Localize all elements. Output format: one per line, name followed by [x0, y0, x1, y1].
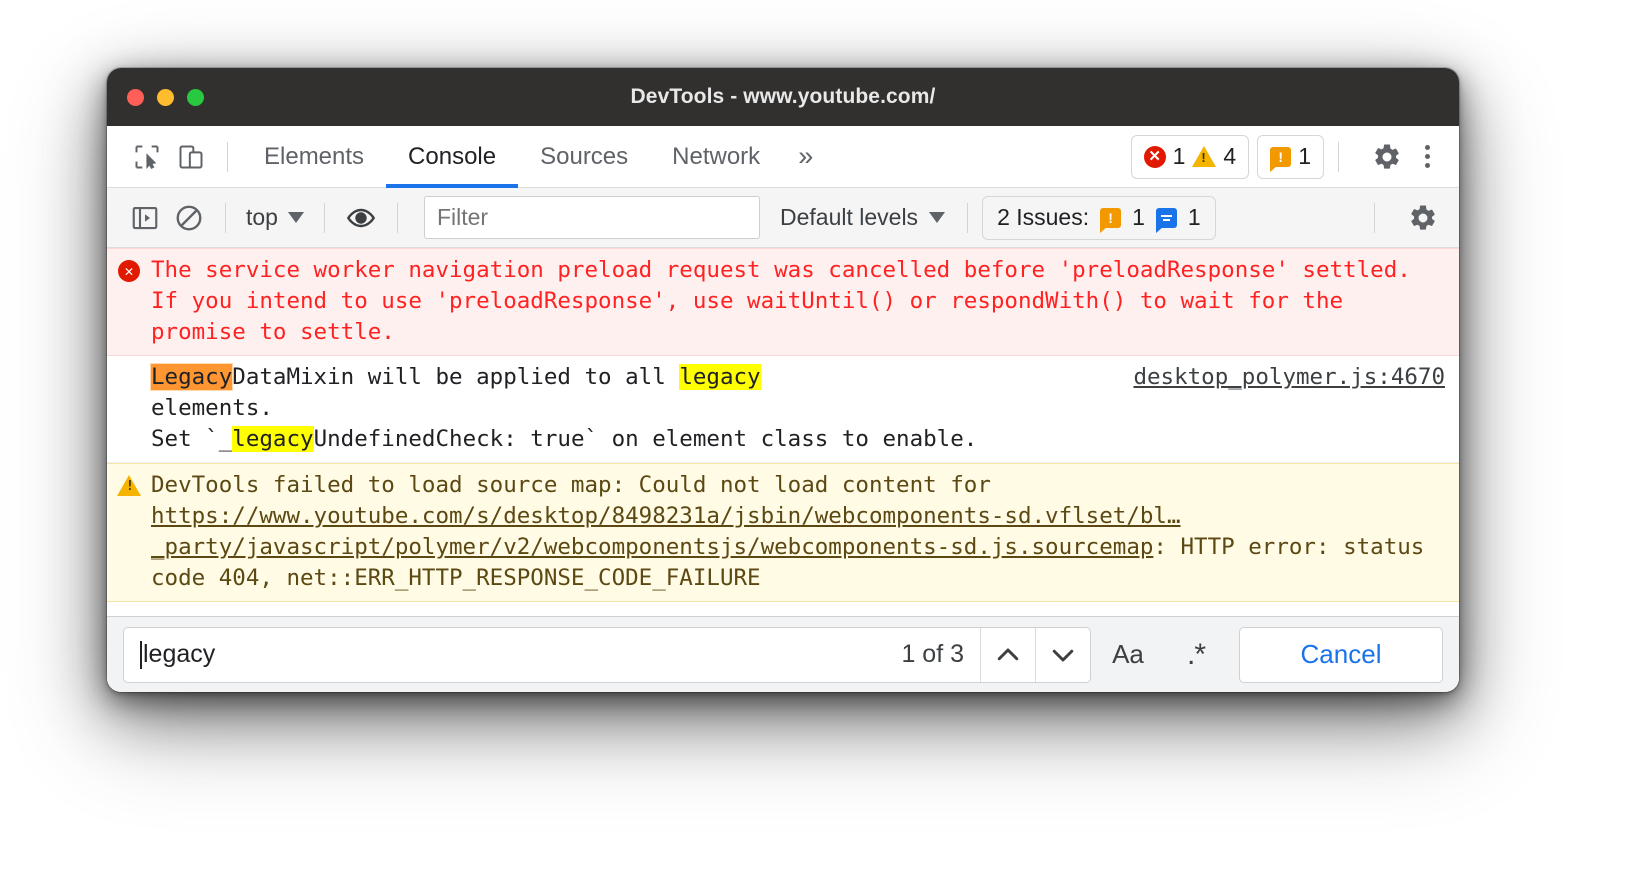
chevron-down-icon	[929, 212, 946, 223]
verbose-text-4: UndefinedCheck: true` on element class t…	[313, 426, 978, 452]
more-tabs-chevron-icon[interactable]: »	[782, 126, 829, 187]
toolbar-divider-1	[225, 202, 226, 233]
minimize-window-button[interactable]	[157, 88, 174, 106]
warning-message-text: DevTools failed to load source map: Coul…	[151, 470, 1459, 594]
toolbar-divider-4	[967, 202, 969, 233]
search-match: legacy	[679, 364, 761, 390]
search-query: legacy	[143, 640, 216, 668]
search-shell: legacy 1 of 3	[123, 626, 1091, 683]
tab-network[interactable]: Network	[650, 126, 782, 187]
issue-count: 1	[1298, 143, 1311, 169]
chevron-down-icon	[287, 212, 304, 223]
device-toolbar-icon[interactable]	[169, 138, 213, 176]
screen: DevTools - www.youtube.com/ Elements Con…	[0, 0, 1650, 878]
devtools-tabbar: Elements Console Sources Network » ✕ 1 4…	[107, 126, 1459, 188]
verbose-text-3: Set `_	[151, 426, 233, 452]
toolbar-divider-5	[1374, 202, 1375, 233]
verbose-message-text: LegacyDataMixin will be applied to all l…	[149, 362, 1459, 455]
more-options-icon[interactable]	[1411, 137, 1443, 177]
issues-count-box[interactable]: ! 1	[1257, 134, 1324, 179]
issue-icon: !	[1270, 146, 1292, 172]
console-toolbar-right	[1360, 198, 1459, 238]
regex-toggle[interactable]: .*	[1165, 627, 1227, 683]
next-match-button[interactable]	[1035, 627, 1090, 682]
tab-elements[interactable]: Elements	[242, 126, 386, 187]
message-icon-cell	[107, 470, 151, 594]
error-count: 1	[1172, 143, 1186, 169]
tab-console[interactable]: Console	[386, 126, 519, 188]
console-message-list[interactable]: ✕ The service worker navigation preload …	[107, 248, 1459, 616]
cancel-search-button[interactable]: Cancel	[1239, 626, 1443, 683]
tabbar-right-divider	[1338, 141, 1339, 172]
filter-placeholder: Filter	[436, 204, 489, 230]
log-levels-selector[interactable]: Default levels	[772, 204, 953, 231]
issue-icon: !	[1100, 207, 1122, 233]
search-match-active: Legacy	[149, 363, 234, 391]
titlebar: DevTools - www.youtube.com/	[107, 68, 1459, 126]
window-title: DevTools - www.youtube.com/	[630, 85, 936, 108]
warning-icon	[1192, 146, 1217, 167]
console-search-bar: legacy 1 of 3 Aa .* Cancel	[107, 616, 1459, 692]
error-warning-counts[interactable]: ✕ 1 4	[1130, 134, 1250, 179]
inspect-element-icon[interactable]	[125, 138, 169, 176]
console-settings-gear-icon[interactable]	[1403, 198, 1443, 238]
verbose-text-1: DataMixin will be applied to all	[232, 364, 680, 390]
console-message-warning[interactable]: DevTools failed to load source map: Coul…	[107, 463, 1459, 602]
context-label: top	[246, 204, 278, 230]
toolbar-divider-2	[323, 202, 325, 233]
panel-tabs: Elements Console Sources Network »	[242, 126, 829, 188]
traffic-lights	[127, 88, 204, 106]
tab-sources[interactable]: Sources	[518, 126, 650, 187]
error-icon: ✕	[1143, 145, 1166, 168]
warning-count: 4	[1223, 143, 1237, 169]
issues-label: 2 Issues:	[997, 204, 1090, 230]
console-message-error[interactable]: ✕ The service worker navigation preload …	[107, 248, 1459, 356]
console-toolbar: top Filter Default levels 2 Issues: ! 1 …	[107, 188, 1459, 248]
settings-gear-icon[interactable]	[1367, 137, 1407, 177]
message-icon-cell	[107, 362, 151, 455]
message-icon-cell: ✕	[107, 255, 151, 348]
verbose-text-2: elements.	[151, 395, 273, 421]
match-case-toggle[interactable]: Aa	[1097, 627, 1159, 683]
toolbar-divider-3	[396, 202, 398, 233]
maximize-window-button[interactable]	[187, 88, 204, 106]
live-expression-eye-icon[interactable]	[339, 198, 383, 238]
devtools-window: DevTools - www.youtube.com/ Elements Con…	[107, 68, 1459, 692]
tabbar-right-group: ✕ 1 4 ! 1	[1123, 134, 1459, 179]
levels-label: Default levels	[779, 204, 919, 230]
search-input[interactable]: legacy	[124, 628, 891, 682]
execution-context-selector[interactable]: top	[240, 204, 310, 231]
text-caret	[140, 640, 142, 669]
search-match: legacy	[232, 426, 314, 452]
error-icon: ✕	[118, 260, 140, 282]
warning-icon	[117, 475, 141, 496]
filter-input[interactable]: Filter	[423, 196, 760, 239]
warning-prefix: DevTools failed to load source map: Coul…	[151, 472, 991, 498]
console-message-verbose[interactable]: LegacyDataMixin will be applied to all l…	[107, 356, 1459, 463]
info-icon	[1155, 207, 1177, 233]
match-counter: 1 of 3	[901, 640, 964, 668]
tabbar-divider	[227, 141, 228, 172]
issues-error-count: 1	[1132, 204, 1145, 230]
prev-match-button[interactable]	[980, 627, 1035, 682]
close-window-button[interactable]	[127, 88, 144, 106]
issues-bar[interactable]: 2 Issues: ! 1 1	[982, 195, 1216, 240]
clear-console-icon[interactable]	[167, 198, 211, 238]
source-link[interactable]: desktop_polymer.js:4670	[1133, 362, 1445, 393]
error-message-text: The service worker navigation preload re…	[151, 257, 1411, 345]
issues-info-count: 1	[1187, 204, 1201, 230]
console-sidebar-icon[interactable]	[123, 198, 167, 238]
source-map-url-link[interactable]: https://www.youtube.com/s/desktop/849823…	[151, 503, 1181, 560]
